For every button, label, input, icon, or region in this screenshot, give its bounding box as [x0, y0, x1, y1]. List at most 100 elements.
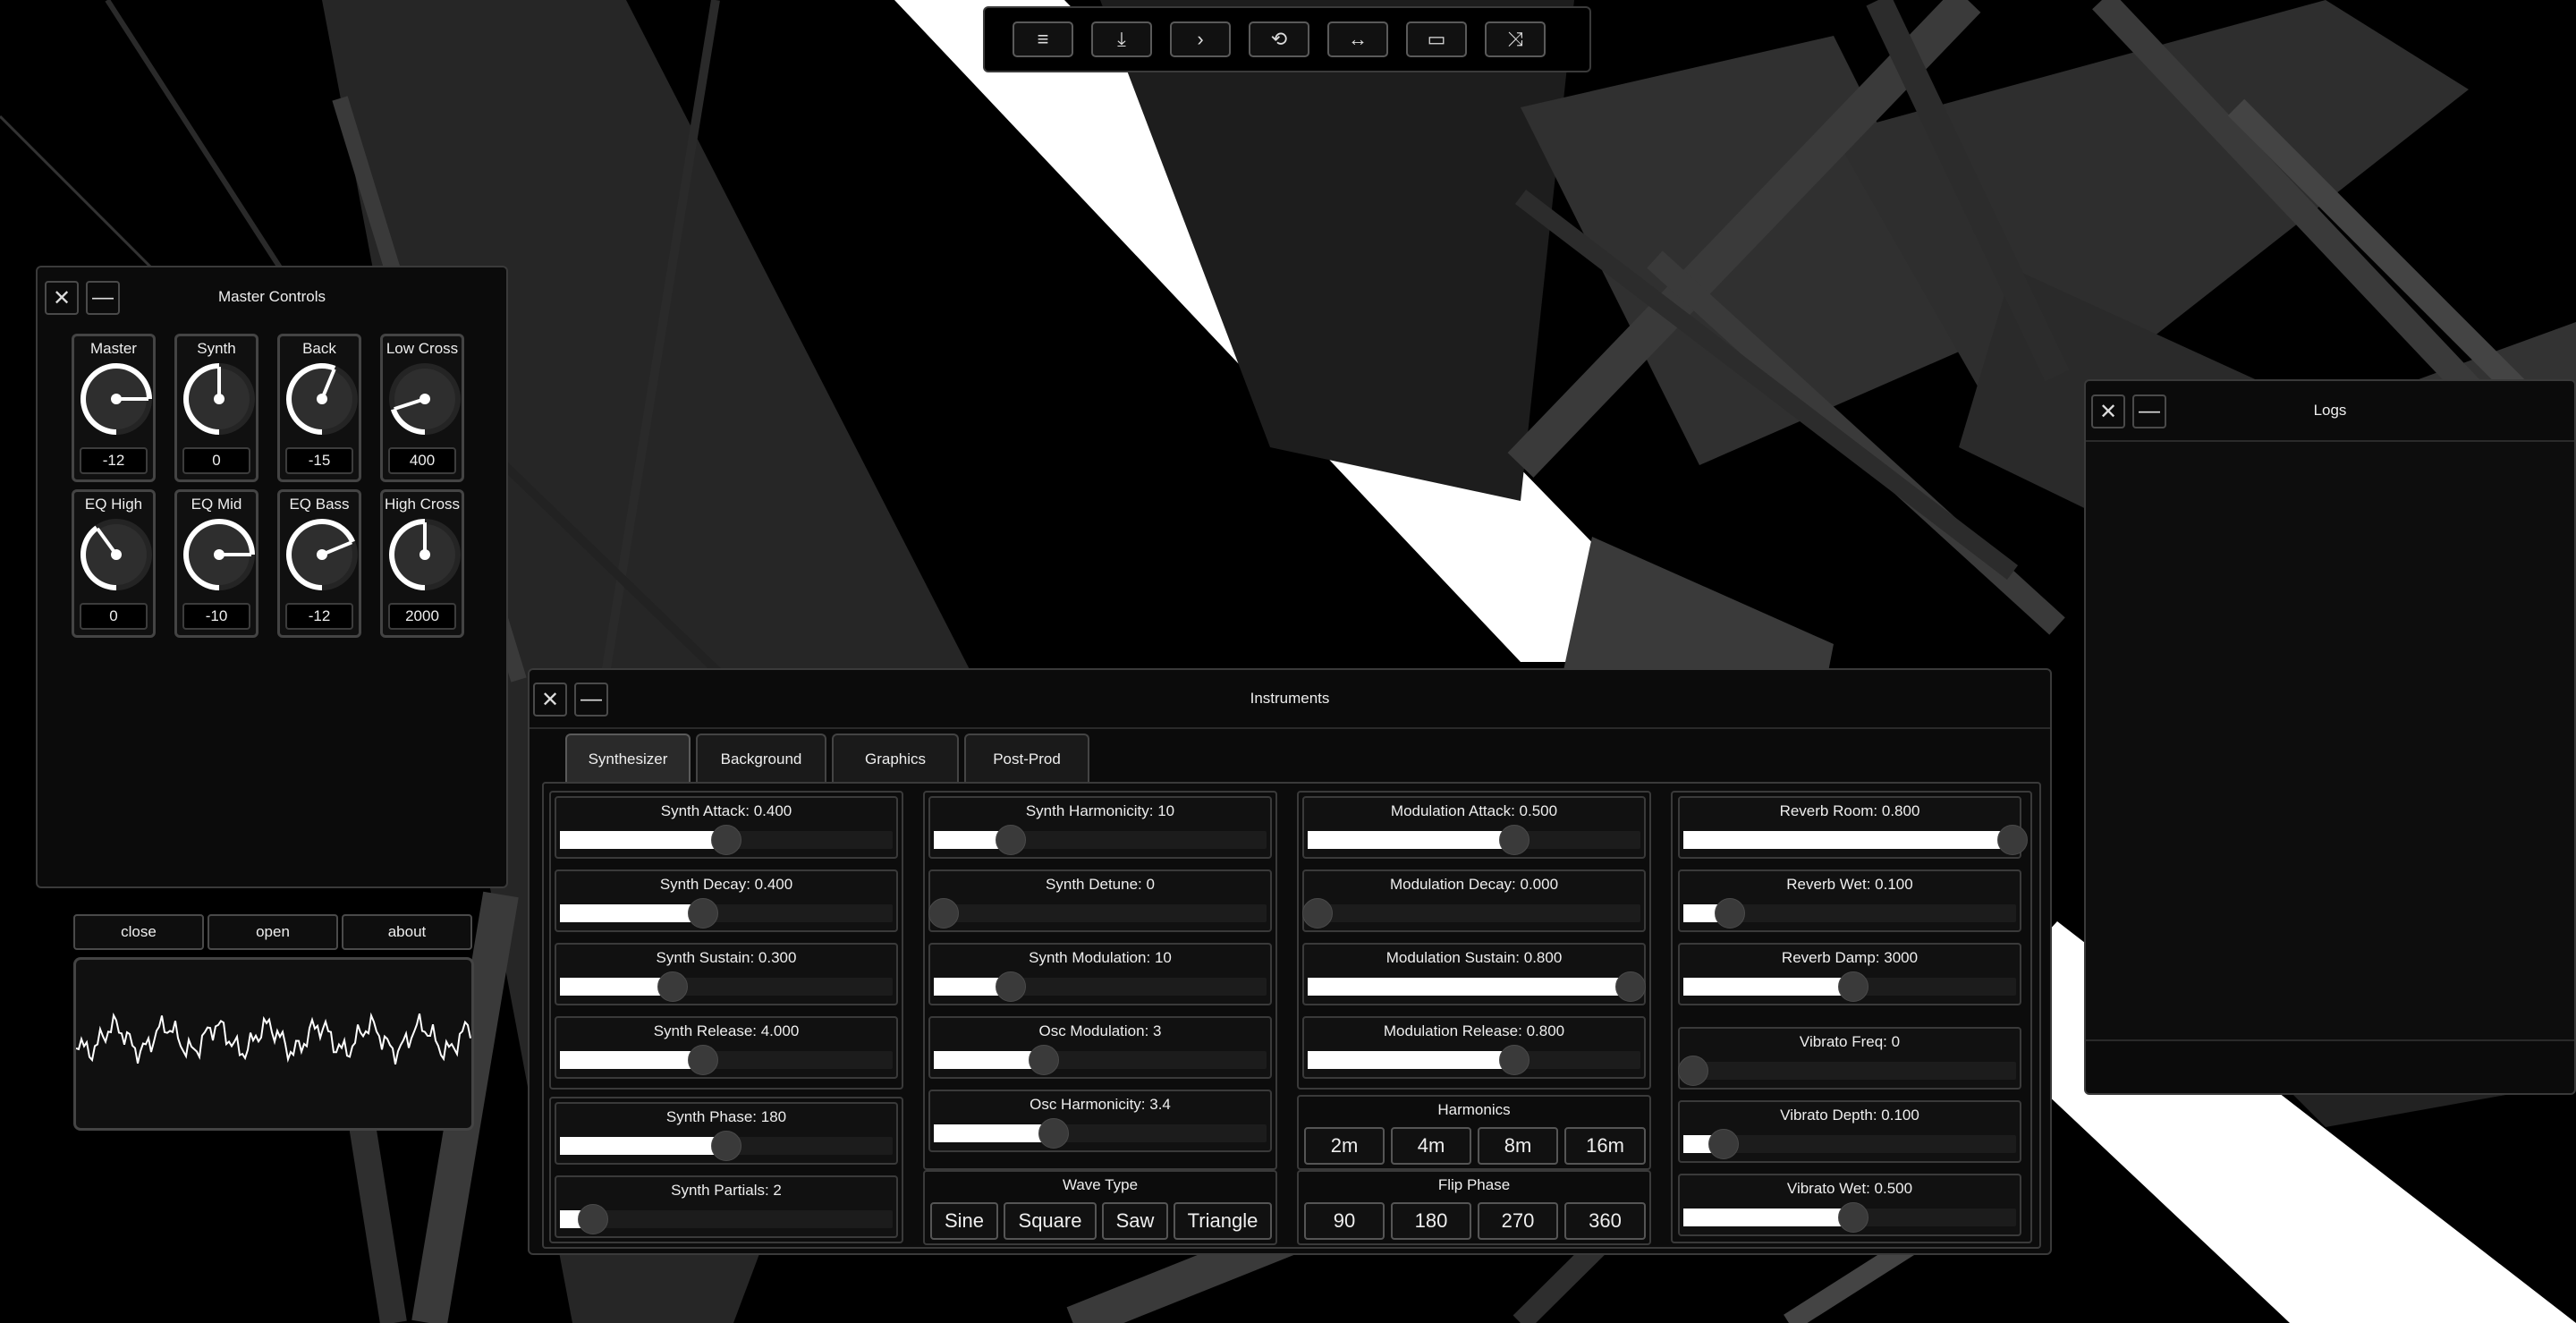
phase-90-button[interactable]: 90: [1304, 1202, 1385, 1240]
tab-post-prod[interactable]: Post-Prod: [964, 734, 1089, 784]
tab-graphics[interactable]: Graphics: [832, 734, 959, 784]
slider-thumb[interactable]: [687, 1045, 718, 1075]
knob-dial[interactable]: [79, 517, 154, 592]
knob-dial[interactable]: [387, 517, 462, 592]
knob-dial[interactable]: [284, 361, 360, 437]
phase-270-button[interactable]: 270: [1478, 1202, 1558, 1240]
slider-thumb[interactable]: [1028, 1045, 1059, 1075]
slider-thumb[interactable]: [1498, 1045, 1530, 1075]
synth-phase-slider[interactable]: Synth Phase: 180: [555, 1102, 898, 1165]
fullscreen-button[interactable]: ▭: [1406, 21, 1467, 57]
slider-track[interactable]: [934, 1118, 1267, 1149]
synth-decay-slider[interactable]: Synth Decay: 0.400: [555, 869, 898, 932]
knob-high-cross[interactable]: High Cross 2000: [380, 489, 464, 638]
osc-harmonicity-slider[interactable]: Osc Harmonicity: 3.4: [928, 1090, 1272, 1152]
wave-square-button[interactable]: Square: [1004, 1202, 1097, 1240]
close-button[interactable]: close: [73, 914, 204, 950]
reverb-damp-slider[interactable]: Reverb Damp: 3000: [1678, 943, 2021, 1005]
slider-thumb[interactable]: [1837, 971, 1868, 1002]
knob-dial[interactable]: [284, 517, 360, 592]
harmonics-8m-button[interactable]: 8m: [1478, 1127, 1558, 1165]
slider-track[interactable]: [1308, 1045, 1640, 1075]
knob-dial[interactable]: [79, 361, 154, 437]
mod-sustain-slider[interactable]: Modulation Sustain: 0.800: [1302, 943, 1646, 1005]
knob-value[interactable]: -10: [182, 603, 250, 630]
slider-thumb[interactable]: [657, 971, 689, 1002]
slider-track[interactable]: [1683, 1202, 2016, 1233]
knob-back[interactable]: Back -15: [277, 334, 361, 482]
vibrato-wet-slider[interactable]: Vibrato Wet: 0.500: [1678, 1174, 2021, 1236]
harmonics-16m-button[interactable]: 16m: [1564, 1127, 1646, 1165]
knob-value[interactable]: -12: [285, 603, 353, 630]
wave-saw-button[interactable]: Saw: [1102, 1202, 1168, 1240]
slider-thumb[interactable]: [711, 1131, 741, 1161]
mod-release-slider[interactable]: Modulation Release: 0.800: [1302, 1016, 1646, 1079]
slider-track[interactable]: [1302, 898, 1640, 929]
slider-track[interactable]: [1308, 825, 1640, 855]
synth-attack-slider[interactable]: Synth Attack: 0.400: [555, 796, 898, 859]
slider-track[interactable]: [1678, 1056, 2016, 1086]
slider-track[interactable]: [560, 1131, 893, 1161]
slider-thumb[interactable]: [1837, 1202, 1868, 1233]
open-button[interactable]: open: [208, 914, 338, 950]
next-button[interactable]: ›: [1170, 21, 1231, 57]
knob-dial[interactable]: [182, 361, 257, 437]
wave-sine-button[interactable]: Sine: [930, 1202, 998, 1240]
refresh-button[interactable]: ⟲: [1249, 21, 1309, 57]
slider-thumb[interactable]: [1715, 898, 1746, 929]
slider-thumb[interactable]: [578, 1204, 609, 1234]
harmonics-2m-button[interactable]: 2m: [1304, 1127, 1385, 1165]
synth-release-slider[interactable]: Synth Release: 4.000: [555, 1016, 898, 1079]
synth-sustain-slider[interactable]: Synth Sustain: 0.300: [555, 943, 898, 1005]
about-button[interactable]: about: [342, 914, 472, 950]
download-button[interactable]: ⤓: [1091, 21, 1152, 57]
synth-partials-slider[interactable]: Synth Partials: 2: [555, 1175, 898, 1238]
shuffle-button[interactable]: ⤨: [1485, 21, 1546, 57]
synth-detune-slider[interactable]: Synth Detune: 0: [928, 869, 1272, 932]
slider-thumb[interactable]: [1678, 1056, 1709, 1086]
slider-track[interactable]: [560, 1045, 893, 1075]
knob-dial[interactable]: [182, 517, 257, 592]
menu-button[interactable]: ≡: [1013, 21, 1073, 57]
knob-value[interactable]: 2000: [388, 603, 456, 630]
slider-track[interactable]: [1308, 971, 1646, 1002]
slider-track[interactable]: [1683, 971, 2016, 1002]
slider-thumb[interactable]: [995, 825, 1026, 855]
knob-value[interactable]: -15: [285, 447, 353, 474]
knob-value[interactable]: 0: [182, 447, 250, 474]
knob-eq-bass[interactable]: EQ Bass -12: [277, 489, 361, 638]
slider-thumb[interactable]: [995, 971, 1026, 1002]
slider-thumb[interactable]: [928, 898, 960, 929]
phase-360-button[interactable]: 360: [1564, 1202, 1646, 1240]
slider-track[interactable]: [560, 971, 893, 1002]
knob-value[interactable]: 400: [388, 447, 456, 474]
synth-modulation-slider[interactable]: Synth Modulation: 10: [928, 943, 1272, 1005]
tab-synthesizer[interactable]: Synthesizer: [565, 734, 691, 784]
slider-track[interactable]: [934, 1045, 1267, 1075]
slider-thumb[interactable]: [687, 898, 718, 929]
slider-track[interactable]: [560, 898, 893, 929]
slider-track[interactable]: [560, 825, 893, 855]
knob-eq-mid[interactable]: EQ Mid -10: [174, 489, 258, 638]
slider-track[interactable]: [1683, 1129, 2016, 1159]
slider-track[interactable]: [1683, 825, 2029, 855]
harmonics-4m-button[interactable]: 4m: [1391, 1127, 1471, 1165]
vibrato-freq-slider[interactable]: Vibrato Freq: 0: [1678, 1027, 2021, 1090]
vibrato-depth-slider[interactable]: Vibrato Depth: 0.100: [1678, 1100, 2021, 1163]
mod-attack-slider[interactable]: Modulation Attack: 0.500: [1302, 796, 1646, 859]
slider-track[interactable]: [1683, 898, 2016, 929]
osc-modulation-slider[interactable]: Osc Modulation: 3: [928, 1016, 1272, 1079]
slider-thumb[interactable]: [1302, 898, 1334, 929]
knob-synth[interactable]: Synth 0: [174, 334, 258, 482]
tab-background[interactable]: Background: [696, 734, 826, 784]
slider-thumb[interactable]: [711, 825, 741, 855]
synth-harmonicity-slider[interactable]: Synth Harmonicity: 10: [928, 796, 1272, 859]
reverb-wet-slider[interactable]: Reverb Wet: 0.100: [1678, 869, 2021, 932]
wave-triangle-button[interactable]: Triangle: [1174, 1202, 1272, 1240]
knob-master[interactable]: Master -12: [72, 334, 156, 482]
slider-thumb[interactable]: [1498, 825, 1530, 855]
slider-track[interactable]: [560, 1204, 893, 1234]
knob-value[interactable]: 0: [80, 603, 148, 630]
knob-low-cross[interactable]: Low Cross 400: [380, 334, 464, 482]
slider-thumb[interactable]: [1038, 1118, 1069, 1149]
